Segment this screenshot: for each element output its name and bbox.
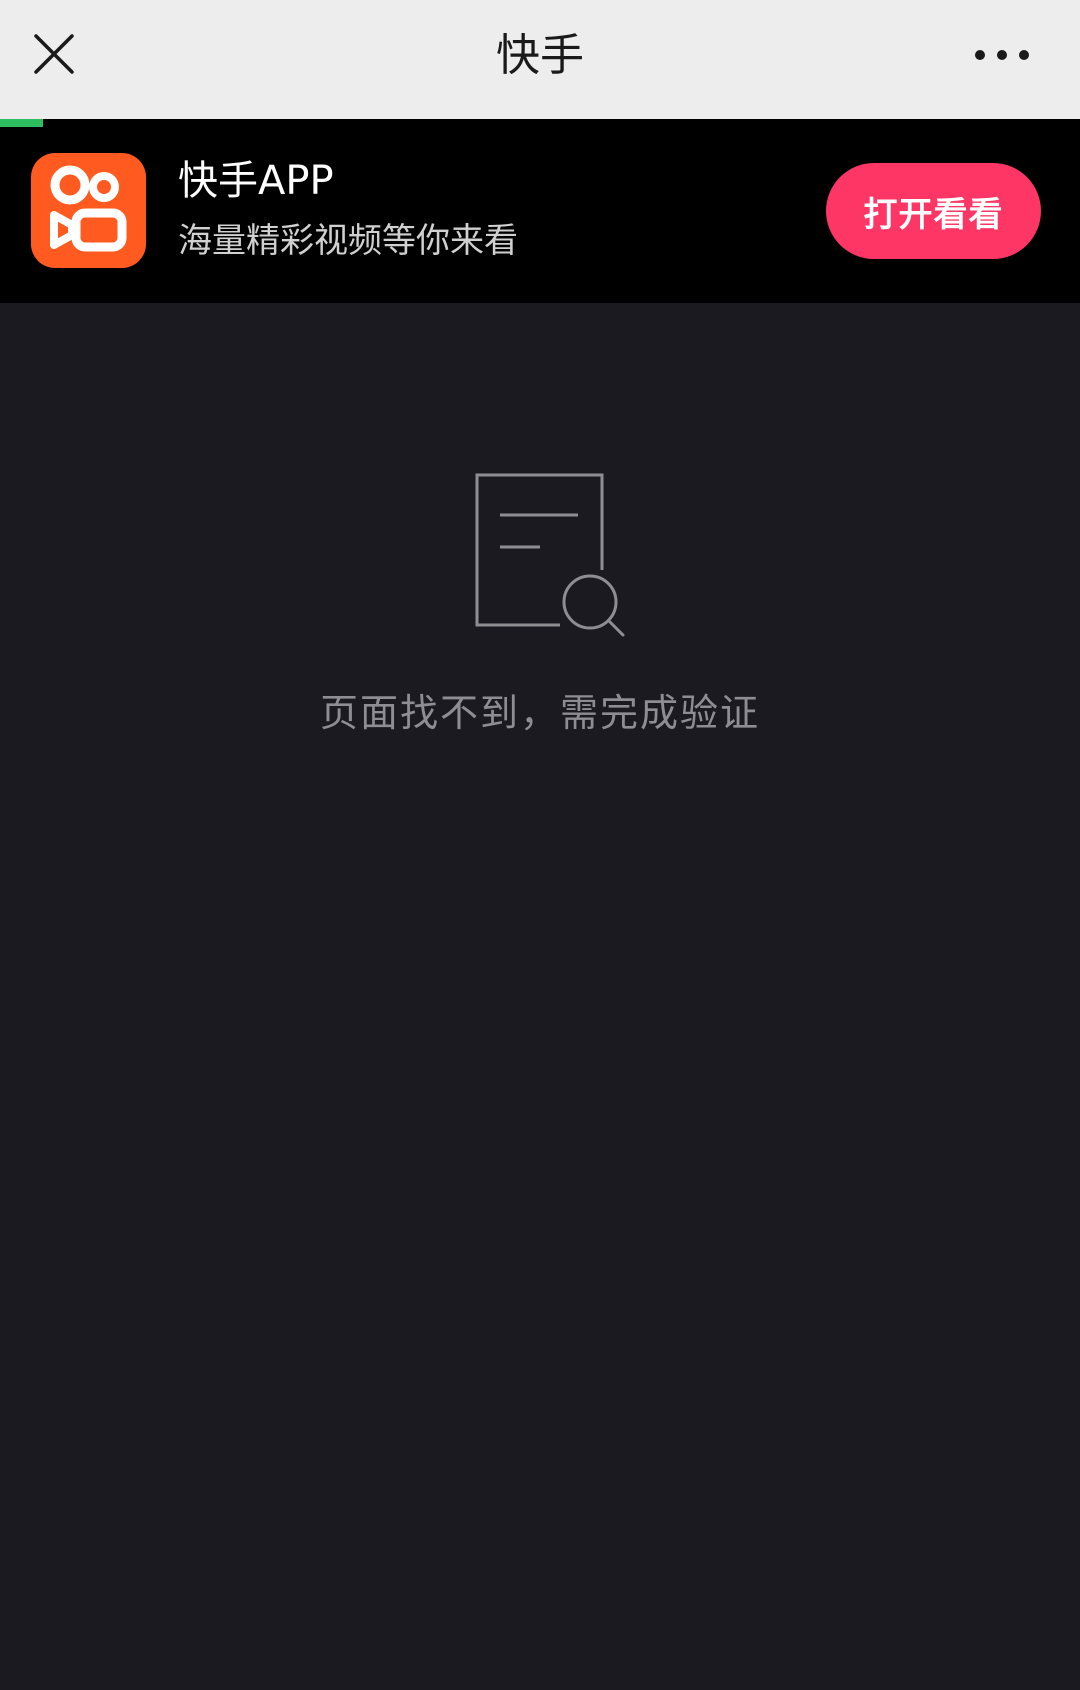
- more-dots-icon: [975, 50, 1029, 60]
- open-app-button[interactable]: 打开看看: [826, 163, 1041, 259]
- loading-progress-bar: [0, 119, 44, 127]
- nav-bar: 快手: [0, 0, 1080, 119]
- empty-state-illustration: [470, 470, 630, 640]
- document-search-icon: [475, 473, 625, 637]
- page-title: 快手: [496, 30, 584, 81]
- empty-state-message: 页面找不到，需完成验证: [319, 691, 760, 735]
- app-name: 快手APP: [178, 158, 334, 204]
- app-slogan: 海量精彩视频等你来看: [178, 221, 518, 261]
- kuaishou-logo-icon: [49, 165, 126, 251]
- app-logo[interactable]: [31, 153, 146, 268]
- app-download-banner[interactable]: 快手APP 海量精彩视频等你来看 打开看看: [0, 119, 1080, 303]
- more-button[interactable]: [962, 30, 1042, 80]
